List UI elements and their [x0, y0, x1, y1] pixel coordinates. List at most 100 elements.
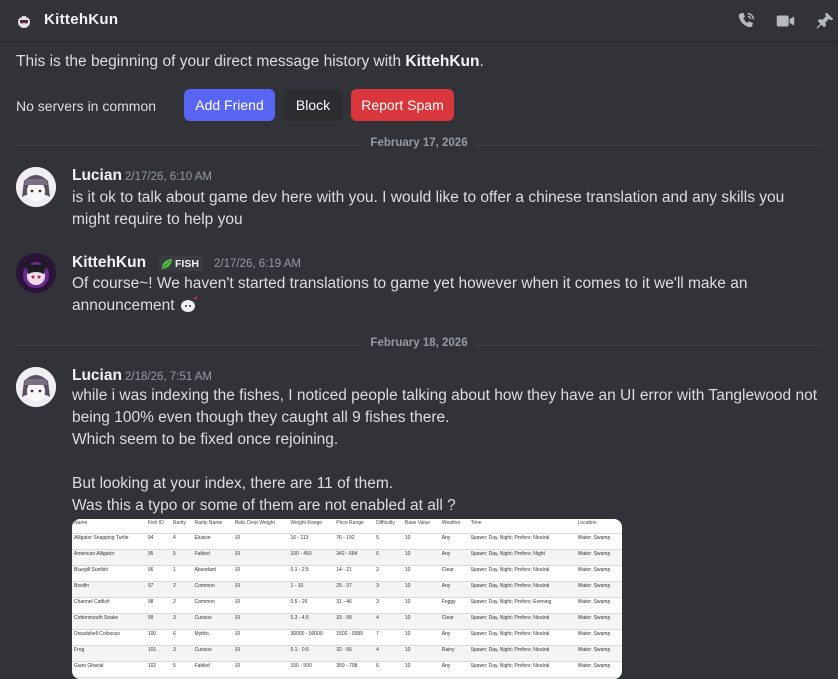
table-cell: Spawn: Day, Night; Prefers: Neutral	[469, 630, 576, 646]
table-cell: 10	[233, 598, 289, 614]
table-header: Weight Range	[288, 519, 334, 534]
table-cell: Foggy	[440, 598, 469, 614]
table-cell: Water: Swamp	[576, 566, 622, 582]
table-cell: Bowfin	[72, 582, 146, 598]
table-row: Cottonmouth Snake993Curious100.3 - 4.533…	[72, 614, 622, 630]
message-content: while i was indexing the fishes, I notic…	[72, 385, 820, 517]
phone-icon[interactable]	[735, 10, 757, 32]
message-content: is it ok to talk about game dev here wit…	[72, 187, 820, 231]
message-line: Was this a typo or some of them are not …	[72, 495, 820, 517]
table-header: Weather	[440, 519, 469, 534]
table-header-row: Name Fish ID Rarity Rarity Name Relic Dr…	[72, 519, 622, 534]
table-cell: Spawn: Day, Night; Prefers: Neutral	[469, 582, 576, 598]
pin-icon[interactable]	[814, 10, 836, 32]
table-cell: Water: Swamp	[576, 646, 622, 662]
table-cell: 10	[403, 566, 440, 582]
table-row: Dreadshell Colossus1006Mythic1030000 - 5…	[72, 630, 622, 646]
cat-emoji-icon	[179, 295, 199, 313]
table-cell: Water: Swamp	[576, 598, 622, 614]
table-cell: 100 - 450	[288, 550, 334, 566]
table-cell: 10	[403, 630, 440, 646]
table-cell: 100	[146, 630, 171, 646]
table-cell: Water: Swamp	[576, 662, 622, 678]
table-cell: 95	[146, 550, 171, 566]
table-cell: American Alligator	[72, 550, 146, 566]
leaf-icon	[161, 258, 173, 270]
table-header: Fish ID	[146, 519, 171, 534]
avatar[interactable]	[16, 167, 56, 207]
table-cell: 6	[374, 662, 403, 678]
table-cell: 0.1 - 2.5	[288, 566, 334, 582]
table-cell: Clear	[440, 566, 469, 582]
table-cell: 2	[171, 598, 193, 614]
table-cell: Fabled	[192, 662, 232, 678]
message-author[interactable]: Lucian	[72, 367, 122, 385]
table-cell: 3	[171, 614, 193, 630]
avatar[interactable]	[16, 253, 56, 293]
table-cell: 76 - 192	[334, 534, 374, 550]
table-cell: Spawn: Day, Night; Prefers: Night	[469, 550, 576, 566]
guild-tag-label: FISH	[175, 258, 199, 270]
table-header: Rarity Name	[192, 519, 232, 534]
table-cell: 10	[403, 582, 440, 598]
table-cell: Water: Swamp	[576, 582, 622, 598]
report-spam-button[interactable]: Report Spam	[351, 89, 454, 121]
table-cell: Fabled	[192, 550, 232, 566]
guild-tag-badge[interactable]: FISH	[158, 256, 203, 271]
message-line: Which seem to be fixed once rejoining.	[72, 429, 820, 451]
fish-index-table: Name Fish ID Rarity Rarity Name Relic Dr…	[72, 519, 622, 679]
table-header: Name	[72, 519, 146, 534]
dm-username: KittehKun	[44, 11, 118, 28]
table-cell: 10	[403, 646, 440, 662]
image-attachment[interactable]: Name Fish ID Rarity Rarity Name Relic Dr…	[72, 519, 622, 679]
table-cell: 98	[146, 598, 171, 614]
table-cell: Spawn: Day, Night; Prefers: Neutral	[469, 566, 576, 582]
table-cell: Mythic	[192, 630, 232, 646]
table-cell: Clear	[440, 614, 469, 630]
kitteh-avatar-icon	[16, 253, 56, 293]
table-header: Location	[576, 519, 622, 534]
video-icon[interactable]	[774, 10, 796, 32]
table-cell: 97	[146, 582, 171, 598]
avatar[interactable]	[16, 367, 56, 407]
add-friend-button[interactable]: Add Friend	[184, 89, 275, 121]
message-author[interactable]: Lucian	[72, 167, 122, 185]
table-header: Base Value	[403, 519, 440, 534]
table-cell: Giant Gharial	[72, 662, 146, 678]
no-servers-label: No servers in common	[16, 98, 156, 114]
table-cell: Cottonmouth Snake	[72, 614, 146, 630]
block-button[interactable]: Block	[283, 89, 343, 121]
message-content: Of course~! We haven't started translati…	[72, 273, 772, 317]
table-cell: 0.3 - 4.5	[288, 614, 334, 630]
table-cell: 102	[146, 662, 171, 678]
date-divider: February 17, 2026	[16, 145, 822, 146]
table-cell: Dreadshell Colossus	[72, 630, 146, 646]
message-timestamp: 2/18/26, 7:51 AM	[125, 371, 212, 383]
table-cell: Water: Swamp	[576, 550, 622, 566]
table-cell: 1502 - 9389	[334, 630, 374, 646]
table-cell: 96	[146, 566, 171, 582]
date-divider-label: February 18, 2026	[364, 337, 473, 349]
table-cell: 342 - 684	[334, 550, 374, 566]
table-header: Rarity	[171, 519, 193, 534]
table-cell: 1 - 10	[288, 582, 334, 598]
table-header: Price Range	[334, 519, 374, 534]
message-author[interactable]: KittehKun	[72, 254, 146, 272]
table-cell: Any	[440, 662, 469, 678]
table-cell: 10	[403, 662, 440, 678]
table-cell: 0.5 - 26	[288, 598, 334, 614]
channel-header: KittehKun	[0, 0, 838, 42]
table-cell: Any	[440, 582, 469, 598]
table-row: Alligator Snapping Turtle944Elusive1016 …	[72, 534, 622, 550]
table-cell: Any	[440, 534, 469, 550]
table-cell: 32 - 56	[334, 646, 374, 662]
table-cell: 94	[146, 534, 171, 550]
message-text: Of course~! We haven't started translati…	[72, 275, 747, 314]
table-cell: 10	[233, 646, 289, 662]
table-cell: 5	[374, 534, 403, 550]
message-line: while i was indexing the fishes, I notic…	[72, 385, 820, 429]
lucian-avatar-icon	[16, 367, 56, 407]
table-cell: 0.1 - 0.6	[288, 646, 334, 662]
table-cell: 2	[374, 566, 403, 582]
table-cell: Spawn: Day, Night; Prefers: Neutral	[469, 614, 576, 630]
